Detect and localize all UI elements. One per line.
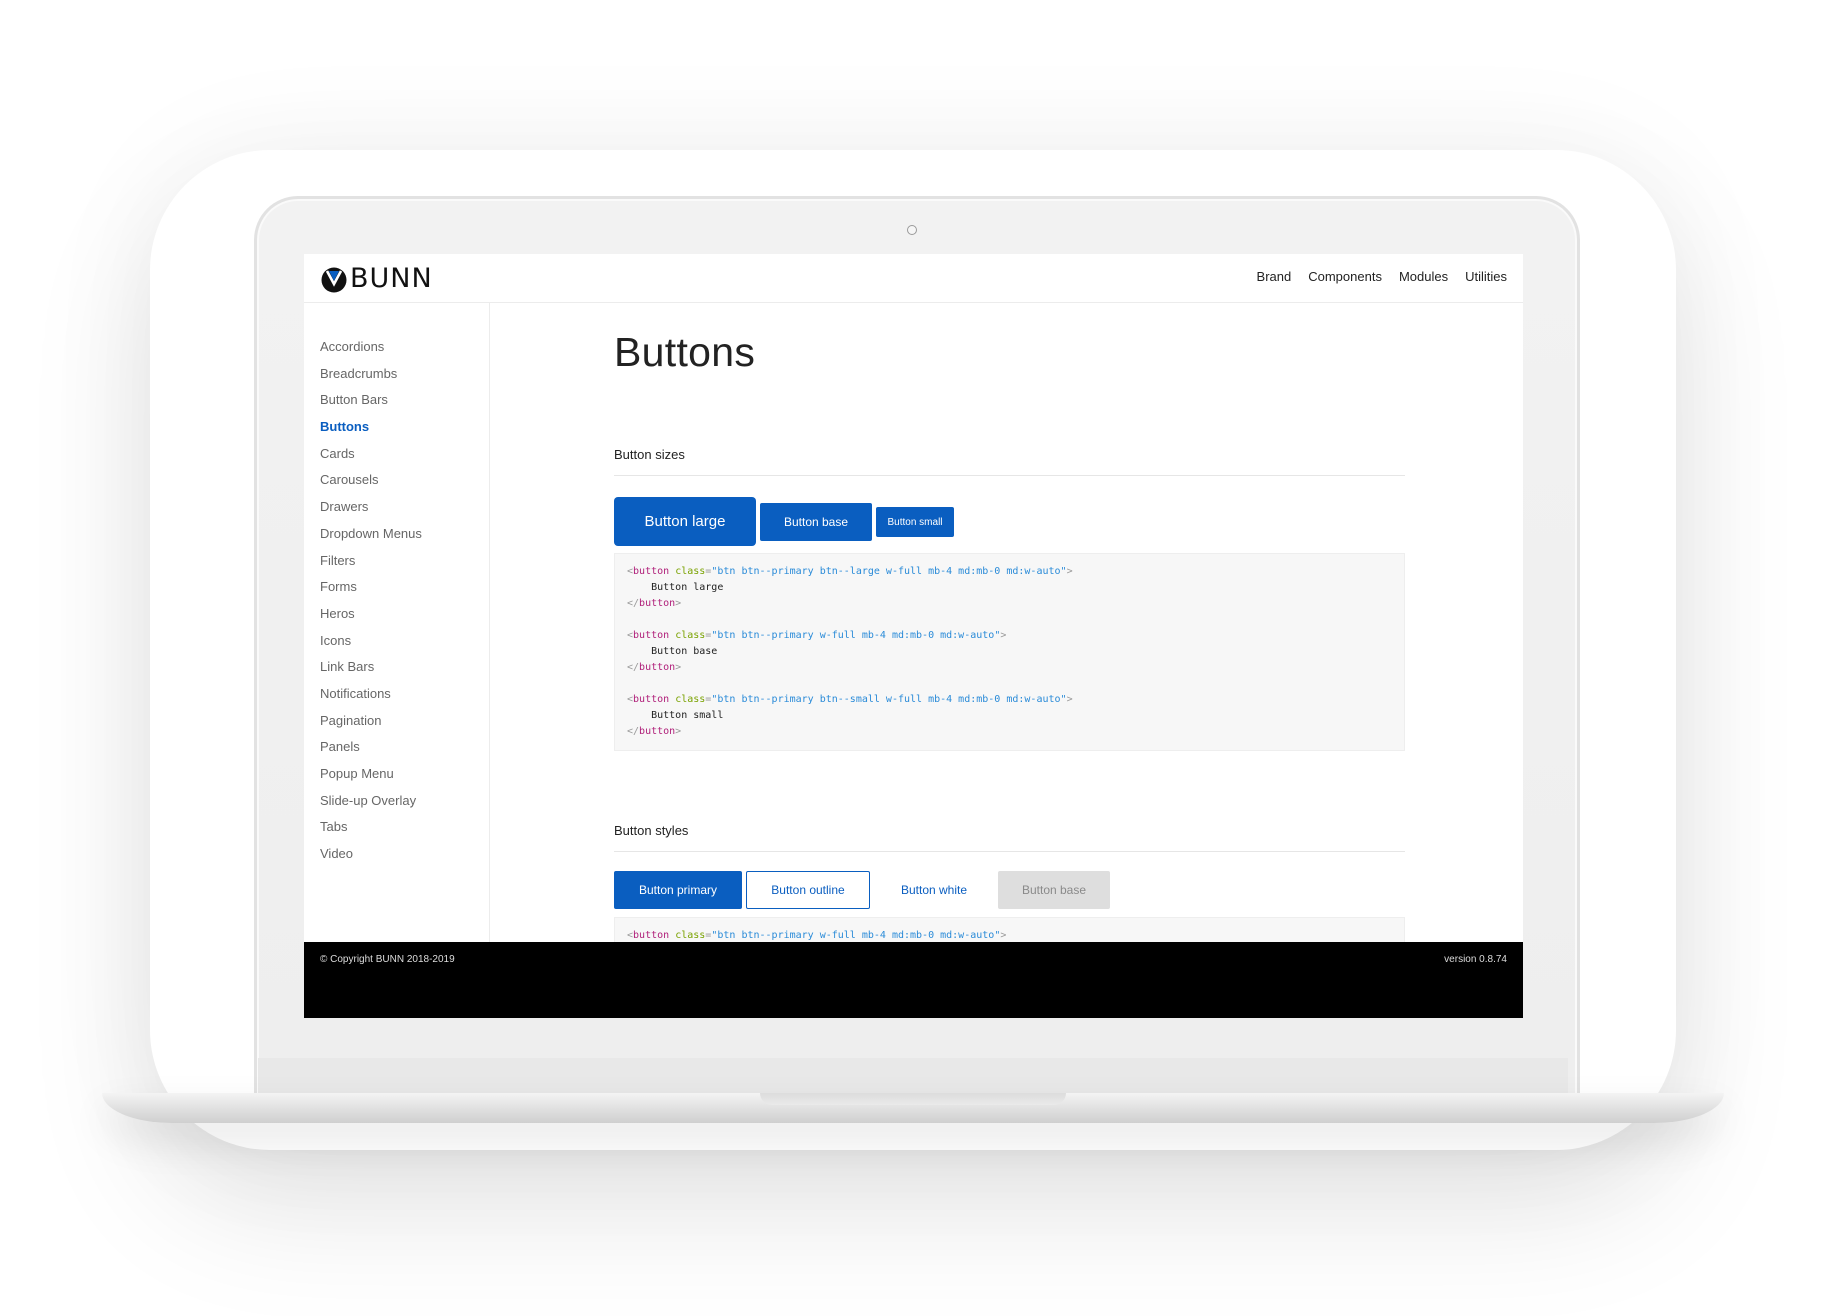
bunn-logo-icon [321, 267, 347, 293]
footer: © Copyright BUNN 2018-2019 version 0.8.7… [304, 942, 1523, 1018]
sidebar-item-notifications[interactable]: Notifications [320, 684, 489, 711]
sidebar-item-breadcrumbs[interactable]: Breadcrumbs [320, 364, 489, 391]
code-line: <button class="btn btn--primary btn--sma… [627, 694, 1073, 705]
top-nav: Brand Components Modules Utilities [1257, 269, 1507, 284]
sidebar-item-slide-up-overlay[interactable]: Slide-up Overlay [320, 791, 489, 818]
laptop-screen: BUNN Brand Components Modules Utilities … [304, 254, 1523, 1018]
top-navigation-bar: BUNN Brand Components Modules Utilities [304, 254, 1523, 303]
code-line: <button class="btn btn--primary btn--lar… [627, 566, 1073, 577]
button-primary-demo[interactable]: Button primary [614, 871, 742, 909]
nav-components[interactable]: Components [1308, 269, 1382, 284]
laptop-chin [258, 1058, 1568, 1094]
button-base-demo[interactable]: Button base [760, 503, 872, 541]
sidebar-item-link-bars[interactable]: Link Bars [320, 657, 489, 684]
sidebar-item-video[interactable]: Video [320, 844, 489, 871]
brand-name: BUNN [350, 263, 433, 294]
sidebar-item-filters[interactable]: Filters [320, 551, 489, 578]
code-line: </button> [627, 662, 682, 673]
sidebar-item-cards[interactable]: Cards [320, 444, 489, 471]
code-line: </button> [627, 726, 682, 737]
code-line: </button> [627, 598, 682, 609]
sidebar-item-dropdown-menus[interactable]: Dropdown Menus [320, 524, 489, 551]
sidebar-item-carousels[interactable]: Carousels [320, 470, 489, 497]
sidebar-item-drawers[interactable]: Drawers [320, 497, 489, 524]
button-base-style-demo[interactable]: Button base [998, 871, 1110, 909]
code-block-sizes: <button class="btn btn--primary btn--lar… [614, 553, 1405, 751]
sidebar-item-accordions[interactable]: Accordions [320, 337, 489, 364]
code-line: Button small [651, 710, 724, 721]
sidebar-item-panels[interactable]: Panels [320, 737, 489, 764]
sidebar-item-heros[interactable]: Heros [320, 604, 489, 631]
main-content: Buttons Button sizes Button large Button… [490, 303, 1523, 996]
sidebar-item-icons[interactable]: Icons [320, 631, 489, 658]
sidebar-item-button-bars[interactable]: Button Bars [320, 390, 489, 417]
section-heading-styles: Button styles [614, 823, 1405, 852]
sidebar-item-buttons[interactable]: Buttons [320, 417, 489, 444]
nav-brand[interactable]: Brand [1257, 269, 1292, 284]
code-line: <button class="btn btn--primary w-full m… [627, 630, 1007, 641]
sidebar-item-pagination[interactable]: Pagination [320, 711, 489, 738]
sidebar-item-tabs[interactable]: Tabs [320, 817, 489, 844]
sidebar-list: Accordions Breadcrumbs Button Bars Butto… [304, 303, 489, 871]
code-line: Button large [651, 582, 724, 593]
sidebar: Accordions Breadcrumbs Button Bars Butto… [304, 303, 490, 996]
nav-modules[interactable]: Modules [1399, 269, 1448, 284]
camera-icon [907, 225, 917, 235]
button-small-demo[interactable]: Button small [876, 507, 954, 537]
button-white-demo[interactable]: Button white [874, 871, 994, 909]
button-outline-demo[interactable]: Button outline [746, 871, 870, 909]
sidebar-item-popup-menu[interactable]: Popup Menu [320, 764, 489, 791]
page-title: Buttons [614, 329, 756, 375]
nav-utilities[interactable]: Utilities [1465, 269, 1507, 284]
laptop-notch [760, 1093, 1066, 1105]
footer-copyright: © Copyright BUNN 2018-2019 [320, 954, 455, 965]
brand-logo[interactable]: BUNN [320, 264, 433, 294]
code-line: Button base [651, 646, 718, 657]
sidebar-item-forms[interactable]: Forms [320, 577, 489, 604]
section-heading-sizes: Button sizes [614, 447, 1405, 476]
button-large-demo[interactable]: Button large [614, 497, 756, 546]
footer-version: version 0.8.74 [1444, 954, 1507, 965]
